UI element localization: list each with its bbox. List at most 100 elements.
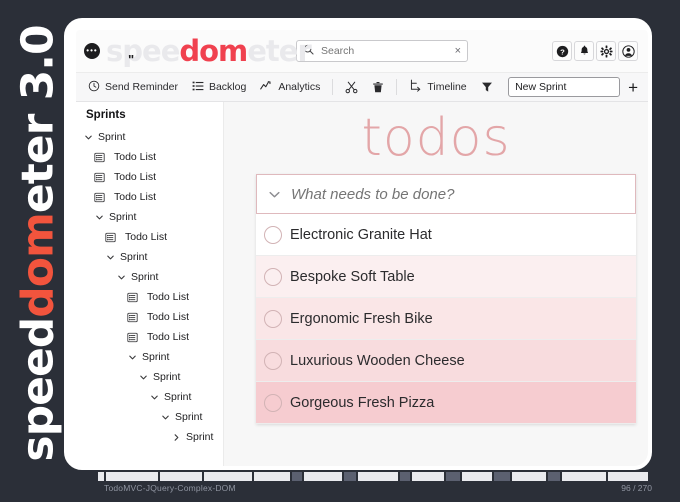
logo-watermark-after: eter	[247, 34, 312, 68]
chevron-down-icon[interactable]	[257, 187, 291, 202]
benchmark-progress-count: 96 / 270	[621, 483, 652, 493]
tree-item-todo-list[interactable]: Todo List	[76, 167, 223, 187]
device-frame: ••• speedometer " ×	[64, 18, 652, 470]
tree-item-label: Sprint	[131, 271, 159, 283]
analytics-label: Analytics	[278, 81, 321, 93]
tree-item-label: Sprint	[153, 371, 181, 383]
todo-item[interactable]: Ergonomic Fresh Bike	[256, 298, 636, 340]
send-reminder-button[interactable]: Send Reminder	[82, 78, 184, 97]
new-todo-row[interactable]	[256, 174, 636, 214]
backlog-label: Backlog	[208, 81, 247, 93]
tree-item-sprint[interactable]: Sprint	[76, 407, 223, 427]
analytics-button[interactable]: Analytics	[254, 78, 326, 97]
new-todo-input[interactable]	[291, 185, 635, 203]
progress-segment	[358, 472, 398, 481]
help-icon[interactable]: ?	[552, 41, 572, 61]
tree-item-label: Sprint	[186, 431, 214, 443]
todo-list-icon	[126, 332, 139, 343]
sidebar-title: Sprints	[86, 109, 126, 121]
todo-item-label: Bespoke Soft Table	[290, 268, 415, 285]
tree-item-sprint[interactable]: Sprint	[76, 127, 223, 147]
tree-item-sprint[interactable]: Sprint	[76, 207, 223, 227]
chevron-down-icon[interactable]	[104, 253, 116, 262]
scissors-icon[interactable]	[339, 79, 364, 96]
checkbox-circle-icon	[264, 267, 282, 286]
tree-item-todo-list[interactable]: Todo List	[76, 327, 223, 347]
todo-item[interactable]: Bespoke Soft Table	[256, 256, 636, 298]
progress-segment	[446, 472, 460, 481]
clock-icon	[88, 80, 100, 95]
todo-item[interactable]: Electronic Granite Hat	[256, 214, 636, 256]
checkbox-circle-icon	[264, 309, 282, 328]
chevron-down-icon[interactable]	[93, 213, 105, 222]
chevron-down-icon[interactable]	[137, 373, 149, 382]
brand-prefix: speed	[12, 317, 64, 462]
todo-checkbox[interactable]	[256, 309, 290, 328]
tree-item-todo-list[interactable]: Todo List	[76, 147, 223, 167]
todo-checkbox[interactable]	[256, 351, 290, 370]
tree-item-label: Todo List	[125, 231, 168, 243]
brand-suffix: eter 3.0	[12, 25, 64, 214]
trash-icon[interactable]	[366, 79, 390, 96]
speedometer-branding-text: speeddometer 3.0	[13, 24, 64, 464]
todo-item[interactable]: Luxurious Wooden Cheese	[256, 340, 636, 382]
logo-watermark-dom: dom	[179, 34, 248, 68]
tree-item-todo-list[interactable]: Todo List	[76, 227, 223, 247]
timeline-button[interactable]: Timeline	[403, 77, 472, 97]
sprint-tree: Sprint Todo List Todo List Todo List Sprint T…	[76, 127, 223, 447]
add-sprint-button[interactable]: +	[624, 79, 642, 96]
tree-item-sprint[interactable]: Sprint	[76, 427, 223, 447]
progress-segment	[400, 472, 410, 481]
todo-item[interactable]: Gorgeous Fresh Pizza	[256, 382, 636, 424]
tree-item-sprint[interactable]: Sprint	[76, 387, 223, 407]
chevron-down-icon[interactable]	[82, 133, 94, 142]
timeline-label: Timeline	[427, 81, 467, 93]
page-title: todos	[361, 108, 511, 168]
todo-checkbox[interactable]	[256, 267, 290, 286]
progress-segment	[160, 472, 202, 481]
brand-highlight: dom	[12, 213, 64, 318]
bell-icon[interactable]	[574, 41, 594, 61]
todo-item-label: Ergonomic Fresh Bike	[290, 310, 433, 327]
chevron-down-icon[interactable]	[115, 273, 127, 282]
checkbox-circle-icon	[264, 225, 282, 244]
todo-checkbox[interactable]	[256, 225, 290, 244]
tree-item-label: Todo List	[114, 191, 157, 203]
app-body: Sprints Sprint Todo List Todo List Todo Lis…	[76, 102, 648, 466]
backlog-button[interactable]: Backlog	[186, 78, 252, 97]
todo-checkbox[interactable]	[256, 393, 290, 412]
gear-icon[interactable]	[596, 41, 616, 61]
chevron-down-icon[interactable]	[159, 413, 171, 422]
chevron-down-icon[interactable]	[148, 393, 160, 402]
progress-segment	[254, 472, 290, 481]
search-box[interactable]: ×	[296, 40, 468, 62]
header-actions: ?	[552, 41, 640, 61]
progress-segment	[608, 472, 648, 481]
svg-text:?: ?	[560, 47, 565, 56]
chevron-right-icon[interactable]	[170, 433, 182, 442]
toolbar-divider	[332, 79, 334, 95]
todo-card: Electronic Granite Hat Bespoke Soft Table…	[256, 174, 636, 424]
user-avatar-icon[interactable]	[618, 41, 638, 61]
new-sprint-input[interactable]	[508, 77, 621, 97]
tree-item-label: Todo List	[147, 291, 190, 303]
todo-list-icon	[104, 232, 117, 243]
dots-circle-icon[interactable]: •••	[84, 43, 100, 59]
tree-item-todo-list[interactable]: Todo List	[76, 307, 223, 327]
tree-item-todo-list[interactable]: Todo List	[76, 287, 223, 307]
tree-item-sprint[interactable]: Sprint	[76, 367, 223, 387]
close-icon[interactable]: ×	[451, 45, 461, 57]
search-input[interactable]	[319, 44, 451, 58]
todo-list-icon	[93, 192, 106, 203]
progress-segment	[292, 472, 302, 481]
filter-funnel-icon[interactable]	[475, 79, 499, 95]
tree-item-label: Sprint	[98, 131, 126, 143]
tree-item-sprint[interactable]: Sprint	[76, 247, 223, 267]
tree-item-todo-list[interactable]: Todo List	[76, 187, 223, 207]
tree-item-sprint[interactable]: Sprint	[76, 267, 223, 287]
todo-list: Electronic Granite Hat Bespoke Soft Table…	[256, 214, 636, 424]
speedometer-branding: speeddometer 3.0	[0, 0, 70, 502]
tree-item-sprint[interactable]: Sprint	[76, 347, 223, 367]
sidebar: Sprints Sprint Todo List Todo List Todo Lis…	[76, 102, 224, 466]
chevron-down-icon[interactable]	[126, 353, 138, 362]
